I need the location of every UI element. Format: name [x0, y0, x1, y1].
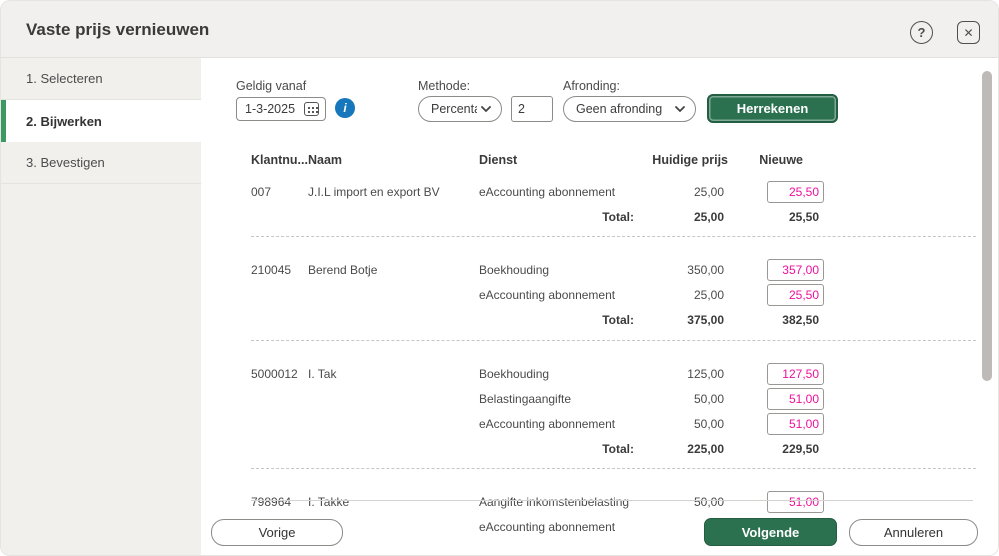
vaste-prijs-dialog: Vaste prijs vernieuwen ? ✕ 1. Selecteren…: [0, 0, 999, 556]
cell-klantnummer: 5000012: [251, 367, 308, 381]
step-selecteren[interactable]: 1. Selecteren: [1, 58, 201, 100]
content-panel: Geldig vanaf 1-3-2025 i Methode: Percent…: [201, 58, 998, 556]
volgende-button[interactable]: Volgende: [704, 518, 837, 546]
header-huidige-prijs: Huidige prijs: [634, 153, 728, 167]
nieuwe-prijs-input[interactable]: [767, 491, 824, 513]
table-row: 007 J.I.L import en export BV eAccountin…: [251, 179, 976, 204]
scrollbar-thumb[interactable]: [982, 71, 992, 381]
methode-select[interactable]: Percentage: [418, 96, 502, 122]
table-row: Belastingaangifte 50,00: [251, 386, 976, 411]
cell-dienst: Belastingaangifte: [479, 392, 634, 406]
vorige-button[interactable]: Vorige: [211, 519, 343, 546]
cell-huidige-prijs: 50,00: [634, 495, 728, 509]
header-nieuwe: Nieuwe: [728, 153, 824, 167]
nieuwe-prijs-input[interactable]: [767, 388, 824, 410]
cell-dienst: eAccounting abonnement: [479, 185, 634, 199]
geldig-vanaf-label: Geldig vanaf: [236, 79, 306, 93]
nieuwe-prijs-input[interactable]: [767, 181, 824, 203]
cell-klantnummer: 210045: [251, 263, 308, 277]
total-nieuwe: 25,50: [728, 210, 824, 224]
total-label: Total:: [479, 210, 634, 224]
percentage-input[interactable]: [511, 96, 553, 122]
dialog-header: Vaste prijs vernieuwen ? ✕: [1, 1, 998, 58]
total-label: Total:: [479, 313, 634, 327]
close-icon[interactable]: ✕: [957, 21, 980, 44]
nieuwe-prijs-input[interactable]: [767, 413, 824, 435]
cell-naam: I. Takke: [308, 495, 479, 509]
total-huidige: 25,00: [634, 210, 728, 224]
cell-dienst: eAccounting abonnement: [479, 520, 634, 534]
prices-table: Klantnu... Naam Dienst Huidige prijs Nie…: [201, 146, 976, 539]
cell-naam: Berend Botje: [308, 263, 479, 277]
step-bijwerken[interactable]: 2. Bijwerken: [1, 100, 201, 142]
cell-huidige-prijs: 125,00: [634, 367, 728, 381]
afronding-label: Afronding:: [563, 79, 620, 93]
nieuwe-prijs-input[interactable]: [767, 363, 824, 385]
table-row: eAccounting abonnement 25,00: [251, 282, 976, 307]
annuleren-button[interactable]: Annuleren: [849, 519, 978, 546]
cell-huidige-prijs: 350,00: [634, 263, 728, 277]
header-klantnummer: Klantnu...: [251, 153, 308, 167]
afronding-select[interactable]: Geen afronding: [563, 96, 696, 122]
geldig-vanaf-date-field[interactable]: 1-3-2025: [236, 97, 326, 121]
customer-group: 210045 Berend Botje Boekhouding 350,00 e…: [251, 237, 976, 341]
header-naam: Naam: [308, 153, 479, 167]
total-nieuwe: 382,50: [728, 313, 824, 327]
cell-dienst: Boekhouding: [479, 367, 634, 381]
cell-klantnummer: 007: [251, 185, 308, 199]
cell-huidige-prijs: 25,00: [634, 185, 728, 199]
table-header-row: Klantnu... Naam Dienst Huidige prijs Nie…: [251, 146, 976, 166]
calendar-icon[interactable]: [304, 102, 319, 116]
cell-huidige-prijs: 25,00: [634, 288, 728, 302]
cell-dienst: eAccounting abonnement: [479, 288, 634, 302]
cell-dienst: Aangifte inkomstenbelasting: [479, 495, 634, 509]
wizard-steps-sidebar: 1. Selecteren 2. Bijwerken 3. Bevestigen: [1, 58, 201, 556]
total-huidige: 375,00: [634, 313, 728, 327]
total-row: Total: 25,00 25,50: [251, 204, 976, 229]
cell-dienst: eAccounting abonnement: [479, 417, 634, 431]
chevron-down-icon: [481, 106, 491, 113]
cell-klantnummer: 798964: [251, 495, 308, 509]
chevron-down-icon: [675, 106, 685, 113]
methode-label: Methode:: [418, 79, 470, 93]
total-row: Total: 375,00 382,50: [251, 307, 976, 332]
total-nieuwe: 229,50: [728, 442, 824, 456]
table-row: 210045 Berend Botje Boekhouding 350,00: [251, 257, 976, 282]
table-row: eAccounting abonnement 50,00: [251, 411, 976, 436]
help-icon[interactable]: ?: [910, 21, 933, 44]
page-title: Vaste prijs vernieuwen: [26, 20, 209, 40]
table-row: 5000012 I. Tak Boekhouding 125,00: [251, 361, 976, 386]
methode-value: Percentage: [431, 102, 477, 116]
cell-dienst: Boekhouding: [479, 263, 634, 277]
date-value: 1-3-2025: [245, 102, 295, 116]
cell-naam: J.I.L import en export BV: [308, 185, 479, 199]
step-bevestigen[interactable]: 3. Bevestigen: [1, 142, 201, 184]
customer-group: 007 J.I.L import en export BV eAccountin…: [251, 179, 976, 237]
cell-huidige-prijs: 50,00: [634, 417, 728, 431]
divider: [251, 500, 973, 501]
table-row: 798964 I. Takke Aangifte inkomstenbelast…: [251, 489, 976, 514]
total-row: Total: 225,00 229,50: [251, 436, 976, 461]
info-icon[interactable]: i: [335, 98, 355, 118]
cell-huidige-prijs: 50,00: [634, 392, 728, 406]
header-dienst: Dienst: [479, 153, 634, 167]
cell-naam: I. Tak: [308, 367, 479, 381]
customer-group: 5000012 I. Tak Boekhouding 125,00 Belast…: [251, 341, 976, 469]
nieuwe-prijs-input[interactable]: [767, 259, 824, 281]
herrekenen-button[interactable]: Herrekenen: [707, 94, 838, 123]
afronding-value: Geen afronding: [576, 102, 662, 116]
total-label: Total:: [479, 442, 634, 456]
total-huidige: 225,00: [634, 442, 728, 456]
nieuwe-prijs-input[interactable]: [767, 284, 824, 306]
